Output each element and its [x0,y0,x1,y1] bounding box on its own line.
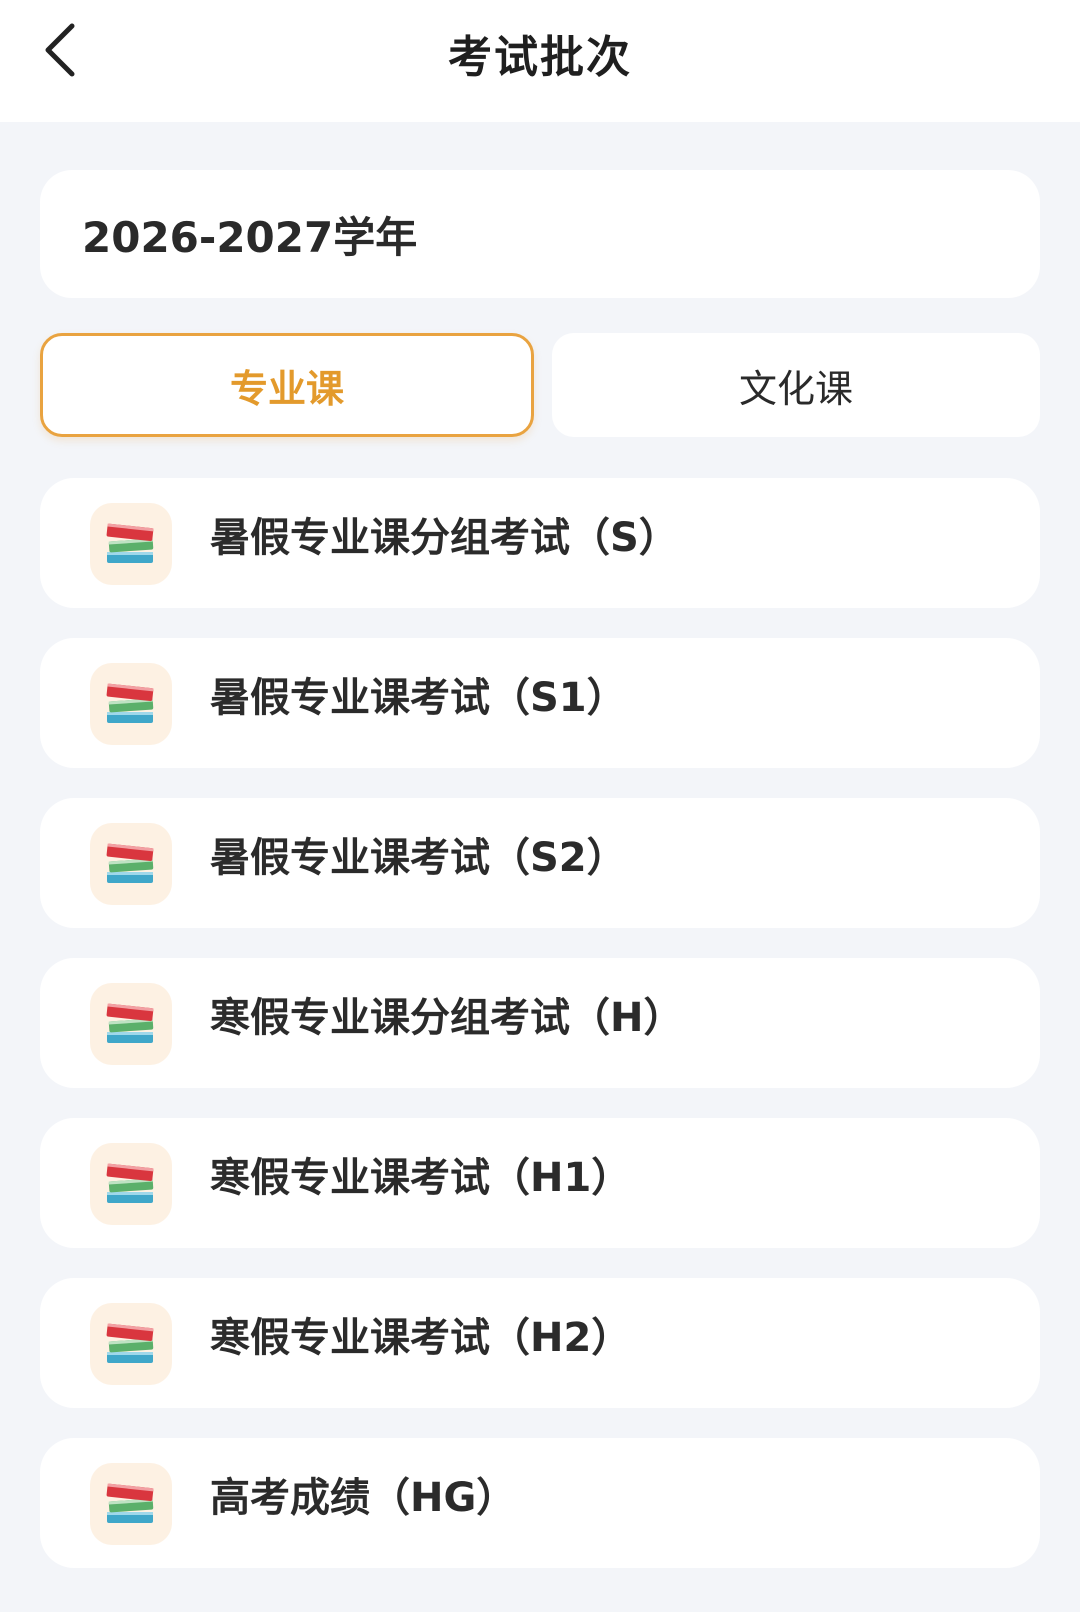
tab-major-courses[interactable]: 专业课 [40,333,534,437]
list-item[interactable]: 暑假专业课考试（S2） [40,798,1040,928]
exam-name: 暑假专业课考试（S2） [210,835,627,881]
tab-culture-courses[interactable]: 文化课 [552,333,1040,437]
list-item[interactable]: 暑假专业课分组考试（S） [40,478,1040,608]
academic-year-label: 2026-2027学年 [82,212,418,262]
list-item[interactable]: 高考成绩（HG） [40,1438,1040,1568]
books-icon [90,503,172,585]
tab-label: 文化课 [738,366,853,411]
exam-name: 寒假专业课分组考试（H） [210,995,684,1041]
academic-year-selector[interactable]: 2026-2027学年 [40,170,1040,298]
exam-name: 暑假专业课考试（S1） [210,675,627,721]
exam-name: 寒假专业课考试（H2） [210,1315,632,1361]
list-item[interactable]: 暑假专业课考试（S1） [40,638,1040,768]
books-icon [90,1143,172,1225]
books-icon [90,983,172,1065]
books-icon [90,663,172,745]
books-icon [90,1303,172,1385]
page-title: 考试批次 [448,32,632,83]
exam-name: 高考成绩（HG） [210,1475,517,1521]
exam-name: 寒假专业课考试（H1） [210,1155,632,1201]
list-item[interactable]: 寒假专业课考试（H2） [40,1278,1040,1408]
tab-label: 专业课 [229,366,344,411]
books-icon [90,823,172,905]
exam-batch-list: 暑假专业课分组考试（S） 暑假专业课考试（S1） 暑假专业课考试（S2） 寒假专… [40,478,1040,1598]
list-item[interactable]: 寒假专业课考试（H1） [40,1118,1040,1248]
top-navigation-bar: 考试批次 [0,0,1080,122]
exam-name: 暑假专业课分组考试（S） [210,515,679,561]
books-icon [90,1463,172,1545]
list-item[interactable]: 寒假专业课分组考试（H） [40,958,1040,1088]
